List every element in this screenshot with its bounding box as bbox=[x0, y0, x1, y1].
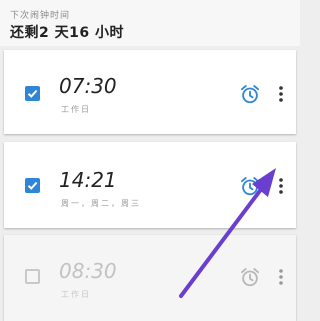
alarm-days-1: 工作日 bbox=[61, 105, 91, 114]
alarm-clock-icon[interactable] bbox=[239, 83, 261, 105]
alarm-card-2[interactable]: 14:21 周一，周二，周三 bbox=[4, 142, 296, 228]
alarm-clock-icon[interactable] bbox=[239, 266, 261, 288]
more-vertical-icon[interactable] bbox=[278, 268, 284, 286]
alarm-time-2: 14:21 bbox=[59, 168, 117, 192]
remaining-time-text: 还剩2 天16 小时 bbox=[10, 25, 124, 41]
next-alarm-header: 下次闹钟时间 还剩2 天16 小时 bbox=[0, 0, 300, 46]
alarm-days-2: 周一，周二，周三 bbox=[61, 199, 141, 208]
check-icon bbox=[27, 89, 38, 98]
alarm-days-3: 工作日 bbox=[61, 290, 91, 299]
alarm-clock-icon[interactable] bbox=[239, 175, 261, 197]
alarm-enable-checkbox-2[interactable] bbox=[25, 178, 40, 193]
more-vertical-icon[interactable] bbox=[278, 85, 284, 103]
alarm-time-1: 07:30 bbox=[59, 74, 117, 98]
alarm-enable-checkbox-3[interactable] bbox=[25, 269, 40, 284]
alarm-card-3[interactable]: 08:30 工作日 bbox=[4, 235, 296, 321]
alarm-card-1[interactable]: 07:30 工作日 bbox=[4, 50, 296, 134]
alarm-enable-checkbox-1[interactable] bbox=[25, 86, 40, 101]
more-vertical-icon[interactable] bbox=[278, 177, 284, 195]
alarm-time-3: 08:30 bbox=[59, 259, 117, 283]
check-icon bbox=[27, 181, 38, 190]
next-alarm-label: 下次闹钟时间 bbox=[10, 11, 71, 21]
